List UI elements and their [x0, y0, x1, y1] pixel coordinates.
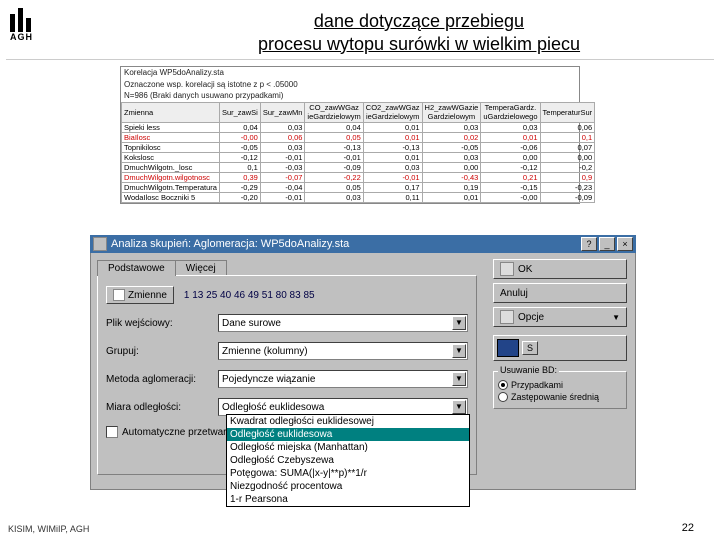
- select-cases-button[interactable]: S: [493, 335, 627, 361]
- agh-logo: AGH: [10, 8, 38, 44]
- chevron-down-icon[interactable]: ▼: [452, 372, 466, 386]
- table-row: DmuchWilgotn.wilgotnosc0,39-0,07-0,22-0,…: [122, 172, 595, 182]
- chevron-down-icon[interactable]: ▼: [452, 344, 466, 358]
- delete-bd-title: Usuwanie BD:: [498, 365, 559, 375]
- table-row: DmuchWilgotn._losc0,1-0,03-0,090,030,00-…: [122, 162, 595, 172]
- help-button[interactable]: ?: [581, 237, 597, 251]
- input-value: Dane surowe: [222, 318, 281, 329]
- delete-bd-group: Usuwanie BD: Przypadkami Zastępowanie śr…: [493, 371, 627, 409]
- variables-icon: [113, 289, 125, 301]
- col-header: Sur_zawMn: [260, 102, 305, 122]
- col-header: TemperaGardz.uGardzielowego: [481, 102, 540, 122]
- dropdown-item[interactable]: Niezgodność procentowa: [227, 480, 469, 493]
- page-number: 22: [682, 522, 694, 534]
- col-variable: Zmienna: [122, 102, 220, 122]
- col-header: TemperaturSur: [540, 102, 595, 122]
- dialog-title: Analiza skupień: Aglomeracja: WP5doAnali…: [111, 238, 349, 250]
- method-value: Pojedyncze wiązanie: [222, 374, 315, 385]
- footer-left: KISIM, WIMiIP, AGH: [8, 524, 89, 534]
- ok-button[interactable]: OK: [493, 259, 627, 279]
- tab-more[interactable]: Więcej: [175, 260, 227, 276]
- cancel-label: Anuluj: [500, 288, 528, 299]
- table-row: DmuchWilgotn.Temperatura-0,29-0,040,050,…: [122, 182, 595, 192]
- radio-mean[interactable]: Zastępowanie średnią: [498, 392, 622, 402]
- chevron-down-icon[interactable]: ▼: [452, 400, 466, 414]
- table-row: Topnikilosc-0,050,03-0,13-0,13-0,05-0,06…: [122, 142, 595, 152]
- variables-value: 1 13 25 40 46 49 51 80 83 85: [184, 290, 315, 301]
- slide-title: dane dotyczące przebiegu procesu wytopu …: [128, 8, 710, 55]
- dropdown-item[interactable]: 1-r Pearsona: [227, 493, 469, 506]
- input-label: Plik wejściowy:: [106, 318, 218, 329]
- dropdown-item[interactable]: Odległość euklidesowa: [227, 428, 469, 441]
- input-combo[interactable]: Dane surowe ▼: [218, 314, 468, 332]
- group-label: Grupuj:: [106, 346, 218, 357]
- table-row: WodaIlosc Boczniki 5-0,20-0,010,030,110,…: [122, 192, 595, 202]
- table-row: Spieki less0,040,030,040,010,030,030,06: [122, 122, 595, 132]
- ok-icon: [500, 262, 514, 276]
- logo-text: AGH: [10, 32, 38, 42]
- cluster-dialog: Analiza skupień: Aglomeracja: WP5doAnali…: [90, 235, 636, 490]
- app-icon: [93, 237, 107, 251]
- minimize-button[interactable]: _: [599, 237, 615, 251]
- dropdown-item[interactable]: Odległość Czebyszewa: [227, 454, 469, 467]
- radio-cases-label: Przypadkami: [511, 380, 563, 390]
- col-header: H2_zawWGazieGardzielowym: [422, 102, 481, 122]
- correlation-table: ZmiennaSur_zawSiSur_zawMnCO_zawWGazieGar…: [121, 102, 595, 203]
- method-label: Metoda aglomeracji:: [106, 374, 218, 385]
- table-row: BiaIlosc-0,000,060,050,010,020,010,1: [122, 132, 595, 142]
- col-header: CO_zawWGazieGardzielowym: [305, 102, 363, 122]
- chevron-down-icon: ▼: [612, 313, 620, 322]
- corr-meta-1: Korelacja WP5doAnalizy.sta: [121, 67, 579, 79]
- options-button[interactable]: Opcje ▼: [493, 307, 627, 327]
- dropdown-item[interactable]: Odległość miejska (Manhattan): [227, 441, 469, 454]
- radio-icon: [498, 380, 508, 390]
- select-cases-btn-label: S: [522, 341, 538, 355]
- group-value: Zmienne (kolumny): [222, 346, 308, 357]
- corr-meta-3: N=986 (Braki danych usuwano przypadkami): [121, 90, 579, 102]
- radio-cases[interactable]: Przypadkami: [498, 380, 622, 390]
- radio-mean-label: Zastępowanie średnią: [511, 392, 599, 402]
- options-icon: [500, 310, 514, 324]
- dialog-panel: Zmienne 1 13 25 40 46 49 51 80 83 85 Pli…: [97, 275, 477, 475]
- correlation-panel: Korelacja WP5doAnalizy.sta Oznaczone wsp…: [120, 66, 580, 204]
- distance-dropdown[interactable]: Kwadrat odległości euklidesowejOdległość…: [226, 414, 470, 507]
- close-button[interactable]: ×: [617, 237, 633, 251]
- group-combo[interactable]: Zmienne (kolumny) ▼: [218, 342, 468, 360]
- distance-value: Odległość euklidesowa: [222, 402, 324, 413]
- radio-icon: [498, 392, 508, 402]
- variables-button-label: Zmienne: [128, 290, 167, 301]
- col-header: CO2_zawWGazieGardzielowym: [363, 102, 422, 122]
- distance-label: Miara odległości:: [106, 402, 218, 413]
- col-header: Sur_zawSi: [219, 102, 260, 122]
- options-label: Opcje: [518, 312, 544, 323]
- table-row: Kokslosc-0,12-0,01-0,010,010,030,000,00: [122, 152, 595, 162]
- tab-basic[interactable]: Podstawowe: [97, 260, 176, 276]
- select-cases-icon: [497, 339, 519, 357]
- chevron-down-icon[interactable]: ▼: [452, 316, 466, 330]
- corr-meta-2: Oznaczone wsp. korelacji są istotne z p …: [121, 79, 579, 91]
- method-combo[interactable]: Pojedyncze wiązanie ▼: [218, 370, 468, 388]
- dropdown-item[interactable]: Kwadrat odległości euklidesowej: [227, 415, 469, 428]
- checkbox-box[interactable]: [106, 426, 118, 438]
- dialog-titlebar[interactable]: Analiza skupień: Aglomeracja: WP5doAnali…: [90, 235, 636, 253]
- cancel-button[interactable]: Anuluj: [493, 283, 627, 303]
- dropdown-item[interactable]: Potęgowa: SUMA(|x-y|**p)**1/r: [227, 467, 469, 480]
- ok-label: OK: [518, 264, 532, 275]
- variables-button[interactable]: Zmienne: [106, 286, 174, 304]
